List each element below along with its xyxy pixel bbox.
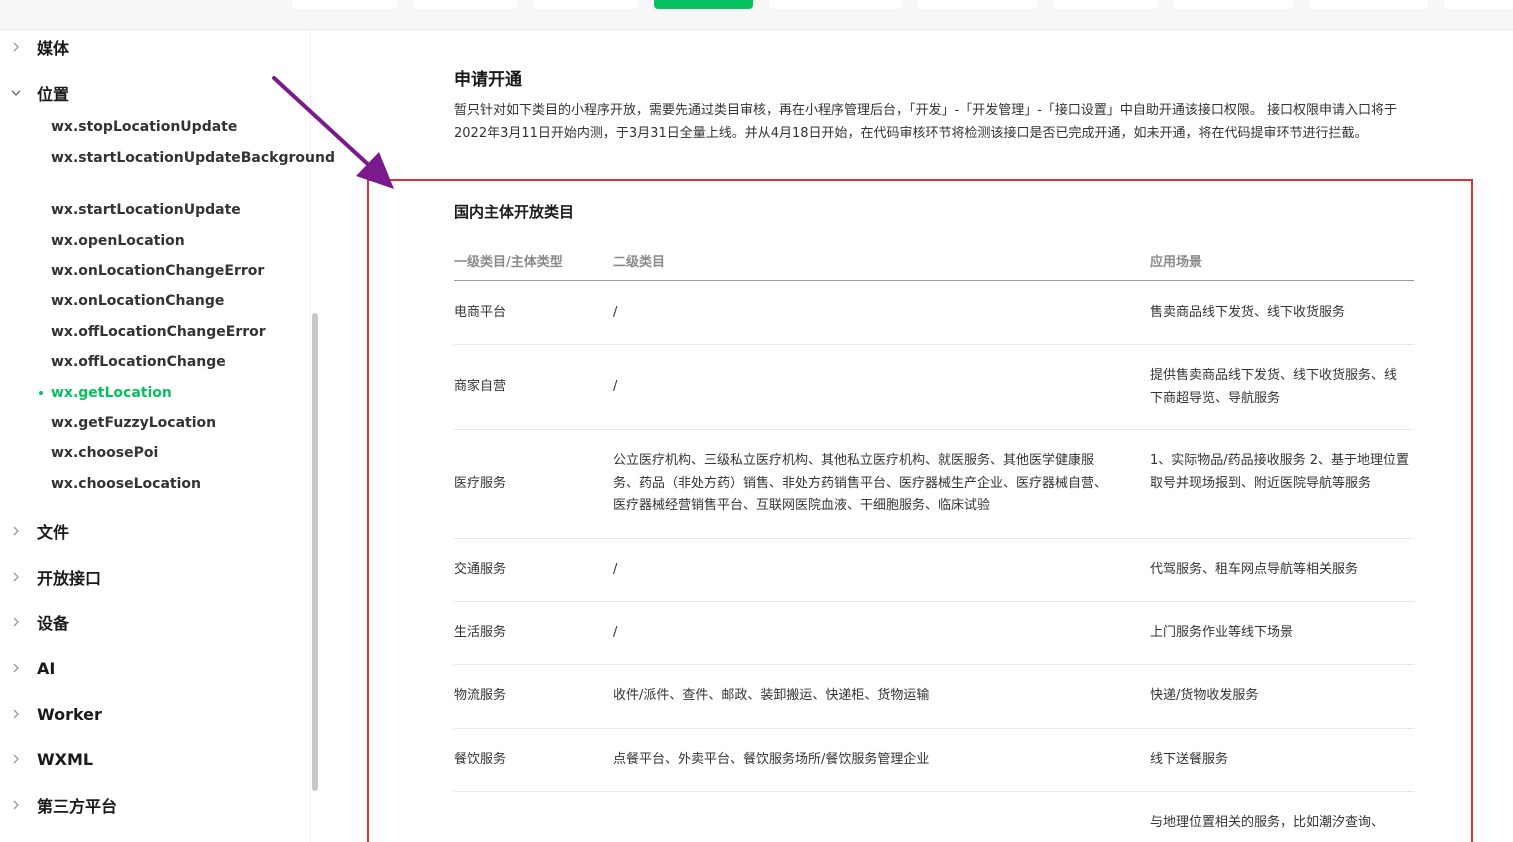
sidebar-item-start-location-update[interactable]: wx.startLocationUpdate — [51, 199, 291, 221]
sidebar-group-open-api[interactable]: 开放接口 — [0, 562, 300, 592]
cell-primary: 电商平台 — [454, 305, 507, 320]
sidebar-item-on-location-change[interactable]: wx.onLocationChange — [51, 290, 291, 312]
cell-primary: 物流服务 — [454, 688, 507, 703]
sidebar-group-label: AI — [37, 658, 56, 678]
top-tab[interactable] — [1053, 0, 1158, 9]
table-row: 与地理位置相关的服务，比如潮汐查询、 — [454, 792, 1414, 842]
cell-secondary: / — [613, 379, 618, 394]
sidebar-group-label: 文件 — [37, 523, 70, 542]
table-row: 物流服务 收件/派件、查件、邮政、装卸搬运、快递柜、货物运输 快递/货物收发服务 — [454, 665, 1414, 729]
top-tab[interactable] — [292, 0, 397, 9]
sidebar-group-third-party[interactable]: 第三方平台 — [0, 790, 300, 820]
sidebar-item-choose-poi[interactable]: wx.choosePoi — [51, 442, 291, 464]
sidebar-group-label: WXML — [37, 749, 94, 769]
table-row: 交通服务 / 代驾服务、租车网点导航等相关服务 — [454, 539, 1414, 602]
top-tab[interactable] — [1309, 0, 1428, 9]
chevron-right-icon — [10, 571, 22, 583]
cell-secondary: / — [613, 305, 618, 320]
top-tab[interactable] — [1174, 0, 1293, 9]
table-row: 餐饮服务 点餐平台、外卖平台、餐饮服务场所/餐饮服务管理企业 线下送餐服务 — [454, 729, 1414, 792]
sidebar: 媒体 位置 wx.stopLocationUpdate wx.startLoca… — [0, 30, 335, 842]
cell-scenario: 1、实际物品/药品接收服务 2、基于地理位置取号并现场报到、附近医院导航等服务 — [1150, 453, 1410, 491]
sidebar-item-label: wx.getLocation — [51, 385, 172, 401]
column-header: 一级类目/主体类型 — [454, 255, 563, 270]
cell-secondary: 点餐平台、外卖平台、餐饮服务场所/餐饮服务管理企业 — [613, 752, 930, 767]
sidebar-scrollbar[interactable] — [312, 313, 318, 791]
sidebar-item-choose-location[interactable]: wx.chooseLocation — [51, 473, 291, 495]
cell-primary: 交通服务 — [454, 562, 507, 577]
top-tab[interactable] — [769, 0, 902, 9]
top-tab-active[interactable] — [654, 0, 753, 9]
active-dot-icon — [39, 391, 43, 395]
sidebar-group-label: 位置 — [37, 85, 70, 104]
chevron-right-icon — [10, 525, 22, 537]
sidebar-group-wxml[interactable]: WXML — [0, 744, 300, 774]
sidebar-group-label: 设备 — [37, 614, 70, 633]
cell-secondary: / — [613, 562, 618, 577]
section-description: 暂只针对如下类目的小程序开放，需要先通过类目审核，再在小程序管理后台，「开发」-… — [454, 103, 1398, 141]
cell-secondary: 公立医疗机构、三级私立医疗机构、其他私立医疗机构、就医服务、其他医学健康服务、药… — [613, 453, 1108, 513]
sidebar-item-on-location-change-error[interactable]: wx.onLocationChangeError — [51, 260, 291, 282]
sidebar-group-label: 媒体 — [37, 39, 70, 58]
column-header: 二级类目 — [613, 255, 666, 270]
chevron-right-icon — [10, 41, 22, 53]
sidebar-group-worker[interactable]: Worker — [0, 699, 300, 729]
chevron-right-icon — [10, 753, 22, 765]
sidebar-item-start-location-update-background[interactable]: wx.startLocationUpdateBackground — [51, 147, 335, 169]
cell-scenario: 上门服务作业等线下场景 — [1150, 625, 1294, 640]
cell-primary: 医疗服务 — [454, 476, 507, 491]
cell-scenario: 代驾服务、租车网点导航等相关服务 — [1150, 562, 1359, 577]
cell-scenario: 快递/货物收发服务 — [1150, 688, 1259, 703]
cell-scenario: 提供售卖商品线下发货、线下收货服务、线下商超导览、导航服务 — [1150, 368, 1398, 406]
section-title: 申请开通 — [454, 70, 522, 90]
sidebar-group-device[interactable]: 设备 — [0, 607, 300, 637]
table-row: 电商平台 / 售卖商品线下发货、线下收货服务 — [454, 281, 1414, 345]
column-header: 应用场景 — [1150, 255, 1203, 270]
sidebar-group-media[interactable]: 媒体 — [0, 32, 300, 62]
cell-primary: 餐饮服务 — [454, 752, 507, 767]
table-row: 医疗服务 公立医疗机构、三级私立医疗机构、其他私立医疗机构、就医服务、其他医学健… — [454, 430, 1414, 539]
sidebar-item-off-location-change[interactable]: wx.offLocationChange — [51, 351, 291, 373]
cell-scenario: 售卖商品线下发货、线下收货服务 — [1150, 305, 1346, 320]
chevron-right-icon — [10, 708, 22, 720]
cell-secondary: 收件/派件、查件、邮政、装卸搬运、快递柜、货物运输 — [613, 688, 930, 703]
top-tab-strip — [0, 0, 1513, 30]
table-header: 一级类目/主体类型 二级类目 应用场景 — [454, 240, 1414, 281]
sidebar-group-location[interactable]: 位置 — [0, 78, 300, 108]
chevron-down-icon — [10, 87, 22, 99]
table-row: 生活服务 / 上门服务作业等线下场景 — [454, 602, 1414, 665]
sidebar-item-stop-location-update[interactable]: wx.stopLocationUpdate — [51, 116, 291, 138]
sidebar-item-open-location[interactable]: wx.openLocation — [51, 230, 291, 252]
sidebar-item-get-fuzzy-location[interactable]: wx.getFuzzyLocation — [51, 412, 291, 434]
table-title: 国内主体开放类目 — [454, 203, 575, 221]
cell-scenario: 线下送餐服务 — [1150, 752, 1229, 767]
sidebar-group-ai[interactable]: AI — [0, 653, 300, 683]
chevron-right-icon — [10, 799, 22, 811]
chevron-right-icon — [10, 662, 22, 674]
top-tab[interactable] — [533, 0, 638, 9]
cell-secondary: / — [613, 625, 618, 640]
category-table: 一级类目/主体类型 二级类目 应用场景 电商平台 / 售卖商品线下发货、线下收货… — [454, 240, 1414, 842]
sidebar-group-label: 开放接口 — [37, 569, 102, 588]
cell-primary: 商家自营 — [454, 379, 507, 394]
top-tab[interactable] — [1444, 0, 1513, 9]
sidebar-group-label: Worker — [37, 704, 102, 724]
chevron-right-icon — [10, 616, 22, 628]
sidebar-group-file[interactable]: 文件 — [0, 516, 300, 546]
sidebar-item-get-location[interactable]: wx.getLocation — [39, 382, 291, 404]
top-tab[interactable] — [413, 0, 517, 9]
table-row: 商家自营 / 提供售卖商品线下发货、线下收货服务、线下商超导览、导航服务 — [454, 345, 1414, 430]
cell-primary: 生活服务 — [454, 625, 507, 640]
sidebar-group-label: 第三方平台 — [37, 797, 118, 816]
top-tab[interactable] — [918, 0, 1037, 9]
cell-scenario: 与地理位置相关的服务，比如潮汐查询、 — [1150, 815, 1385, 830]
sidebar-item-off-location-change-error[interactable]: wx.offLocationChangeError — [51, 321, 291, 343]
